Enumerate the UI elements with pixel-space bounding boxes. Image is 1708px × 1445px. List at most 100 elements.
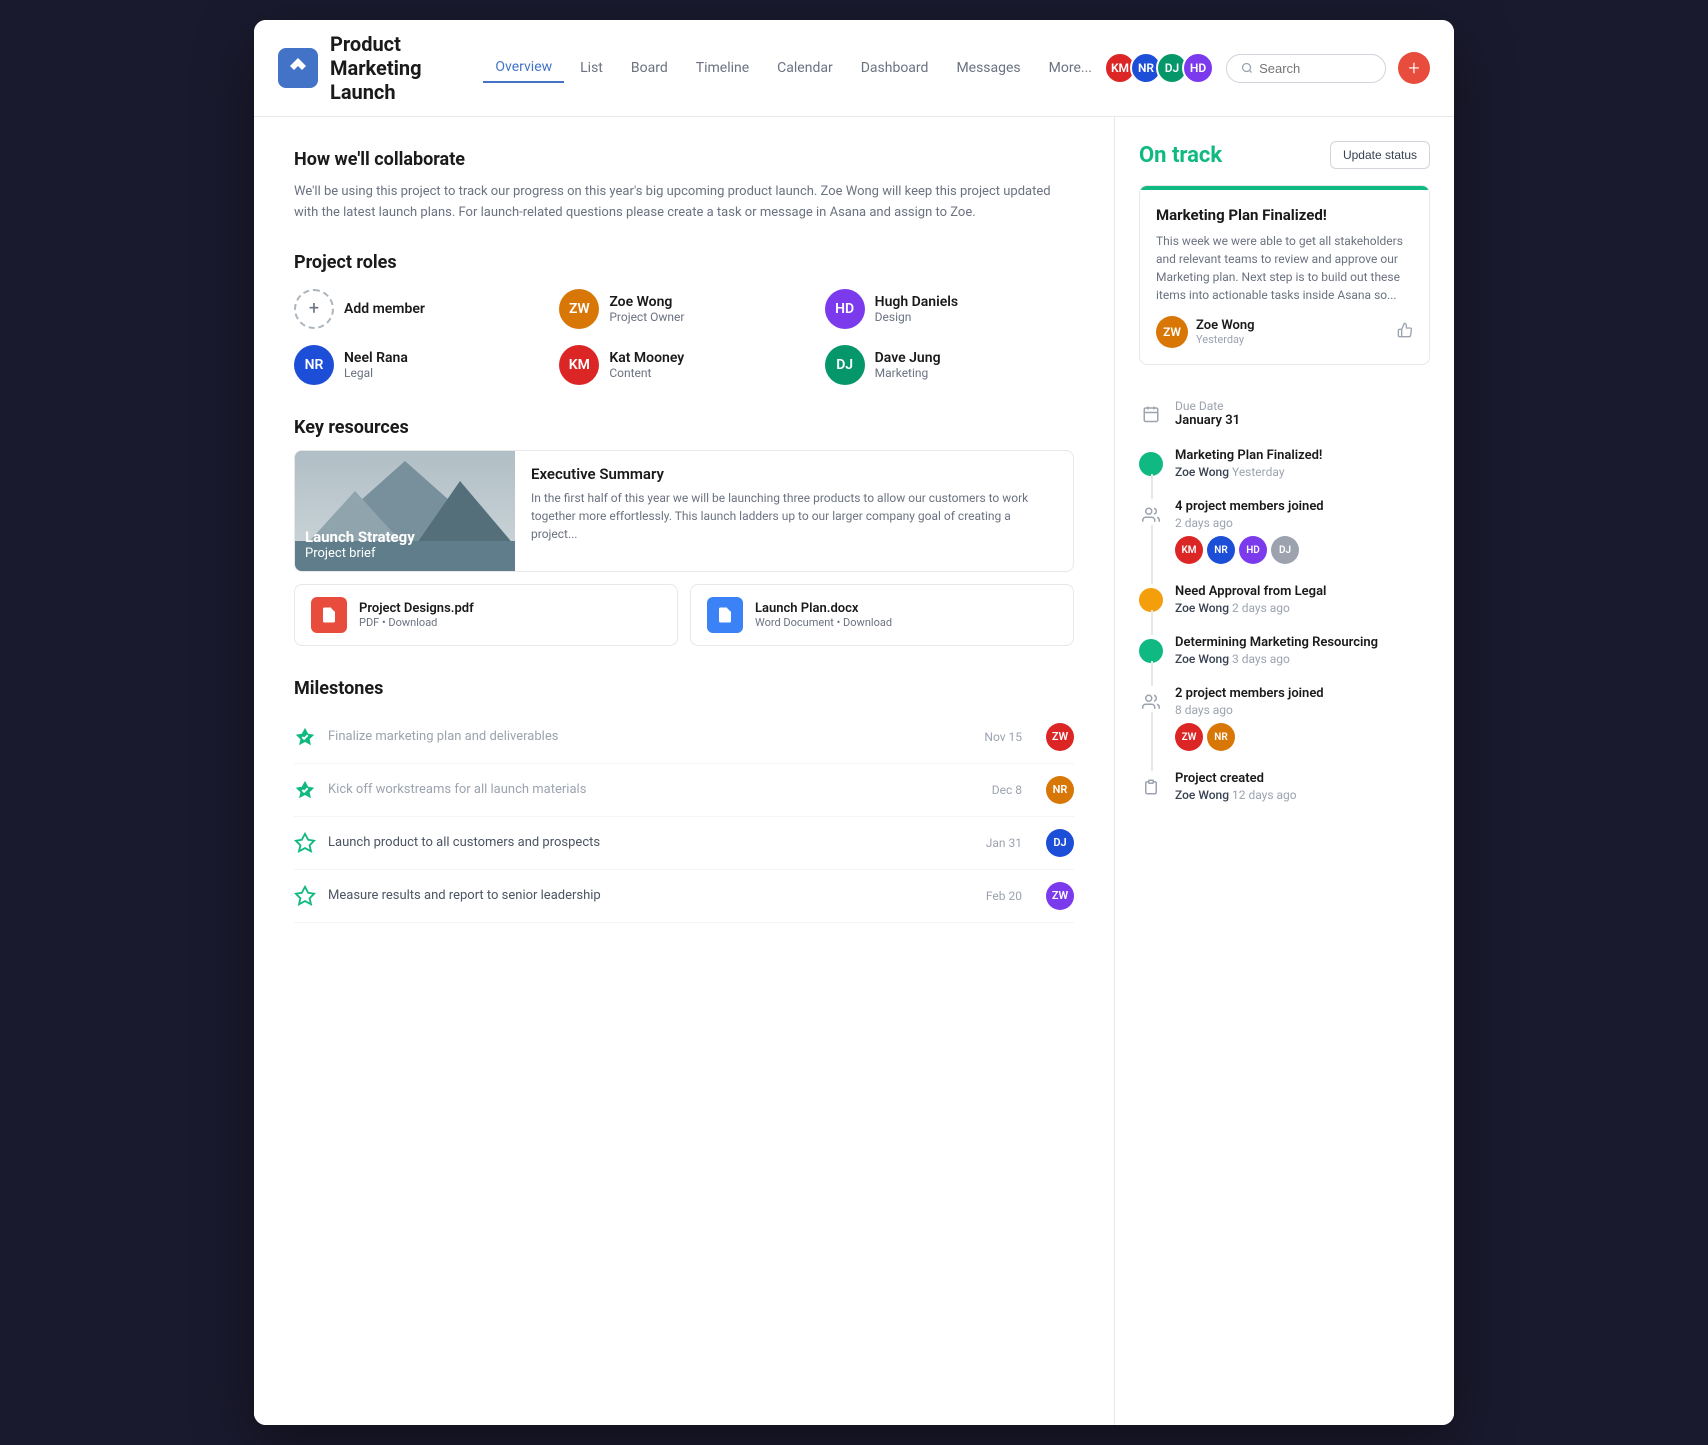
roles-title: Project roles [294,252,1074,273]
thumbnail-subtitle: Project brief [305,546,415,561]
roles-section: Project roles + Add member ZW Zoe Wong P… [294,252,1074,385]
nav-tabs: Overview List Board Timeline Calendar Da… [483,53,1104,83]
milestone-avatar: ZW [1046,882,1074,910]
resources-section: Key resources [294,417,1074,646]
add-member-item[interactable]: + Add member [294,289,543,329]
project-created-icon [1139,775,1163,799]
like-button[interactable] [1397,322,1413,342]
resource-exec-desc: In the first half of this year we will b… [531,489,1057,543]
main-content: How we'll collaborate We'll be using thi… [254,117,1454,1425]
members-icon [1139,690,1163,714]
activity-title: 4 project members joined [1175,499,1430,514]
status-card-footer: ZW Zoe Wong Yesterday [1156,316,1413,348]
search-box[interactable] [1226,54,1386,83]
avatar-neel: NR [294,345,334,385]
header-avatars: KM NR DJ HD [1104,52,1214,84]
role-name-zoe: Zoe Wong [609,294,684,310]
header: Product Marketing Launch Overview List B… [254,20,1454,117]
act-avatar: NR [1207,536,1235,564]
milestones-section: Milestones Finalize marketing plan and d… [294,678,1074,923]
tab-overview[interactable]: Overview [483,53,564,83]
add-member-circle[interactable]: + [294,289,334,329]
tab-list[interactable]: List [568,54,615,82]
tab-messages[interactable]: Messages [944,54,1032,82]
collaborate-title: How we'll collaborate [294,149,1074,170]
avatar-dave: DJ [825,345,865,385]
milestone-date: Dec 8 [992,783,1022,797]
tab-more[interactable]: More... [1037,54,1104,82]
role-label-kat: Content [609,366,684,380]
pdf-filename: Project Designs.pdf [359,601,474,616]
doc-filename: Launch Plan.docx [755,601,892,616]
activity-body: 2 project members joined 8 days ago ZW N… [1175,686,1430,751]
resource-exec-title: Executive Summary [531,465,1057,483]
role-item-kat: KM Kat Mooney Content [559,345,808,385]
milestone-icon-completed [294,779,316,801]
milestones-title: Milestones [294,678,1074,699]
author-name: Zoe Wong [1196,318,1255,333]
tab-dashboard[interactable]: Dashboard [849,54,941,82]
avatar-zoe: ZW [559,289,599,329]
activity-title: Determining Marketing Resourcing [1175,635,1430,650]
main-resource-card[interactable]: Launch Strategy Project brief Executive … [294,450,1074,572]
file-card-doc[interactable]: Launch Plan.docx Word Document • Downloa… [690,584,1074,646]
role-item-dave: DJ Dave Jung Marketing [825,345,1074,385]
milestone-text: Finalize marketing plan and deliverables [328,729,972,744]
author-time: Yesterday [1196,333,1255,346]
milestone-text: Launch product to all customers and pros… [328,835,974,850]
role-item-zoe: ZW Zoe Wong Project Owner [559,289,808,329]
act-avatar: NR [1207,723,1235,751]
milestone-text: Kick off workstreams for all launch mate… [328,782,980,797]
tab-calendar[interactable]: Calendar [765,54,845,82]
update-status-button[interactable]: Update status [1330,141,1430,169]
activity-item: 4 project members joined 2 days ago KM N… [1139,489,1430,574]
header-right: KM NR DJ HD + [1104,52,1430,84]
milestone-icon-completed [294,726,316,748]
role-name-kat: Kat Mooney [609,350,684,366]
activity-item: Project created Zoe Wong 12 days ago [1139,761,1430,812]
activity-sub: 2 days ago [1175,516,1430,530]
activity-body: 4 project members joined 2 days ago KM N… [1175,499,1430,564]
left-panel: How we'll collaborate We'll be using thi… [254,117,1114,1425]
add-member-label: Add member [344,301,425,317]
role-label-neel: Legal [344,366,408,380]
milestone-item: Kick off workstreams for all launch mate… [294,764,1074,817]
members-icon [1139,503,1163,527]
milestone-icon-pending [294,885,316,907]
milestone-avatar: ZW [1046,723,1074,751]
activity-item: Determining Marketing Resourcing Zoe Won… [1139,625,1430,676]
pdf-icon [311,597,347,633]
status-header: On track Update status [1139,141,1430,169]
author-avatar: ZW [1156,316,1188,348]
milestone-date: Nov 15 [984,730,1022,744]
add-button[interactable]: + [1398,52,1430,84]
activity-item: 2 project members joined 8 days ago ZW N… [1139,676,1430,761]
activity-sub: Zoe Wong Yesterday [1175,465,1430,479]
doc-icon [707,597,743,633]
tab-board[interactable]: Board [619,54,680,82]
role-name-neel: Neel Rana [344,350,408,366]
activity-body: Project created Zoe Wong 12 days ago [1175,771,1430,802]
calendar-icon [1139,402,1163,426]
status-author: ZW Zoe Wong Yesterday [1156,316,1255,348]
status-card: Marketing Plan Finalized! This week we w… [1139,185,1430,365]
activity-item: Need Approval from Legal Zoe Wong 2 days… [1139,574,1430,625]
activity-title: Marketing Plan Finalized! [1175,448,1430,463]
collaborate-text: We'll be using this project to track our… [294,182,1074,224]
tab-timeline[interactable]: Timeline [684,54,761,82]
activity-title: Project created [1175,771,1430,786]
activity-title: Need Approval from Legal [1175,584,1430,599]
activity-sub: Zoe Wong 12 days ago [1175,788,1430,802]
milestone-item: Finalize marketing plan and deliverables… [294,711,1074,764]
roles-grid: + Add member ZW Zoe Wong Project Owner [294,289,1074,385]
milestone-avatar: DJ [1046,829,1074,857]
activity-dot-green [1139,639,1163,663]
due-value: January 31 [1175,413,1240,428]
milestone-icon-pending [294,832,316,854]
due-label: Due Date [1175,399,1240,413]
milestone-avatar: NR [1046,776,1074,804]
file-card-pdf[interactable]: Project Designs.pdf PDF • Download [294,584,678,646]
activity-sub: Zoe Wong 2 days ago [1175,601,1430,615]
activity-avatars: ZW NR [1175,723,1430,751]
search-input[interactable] [1259,61,1371,76]
